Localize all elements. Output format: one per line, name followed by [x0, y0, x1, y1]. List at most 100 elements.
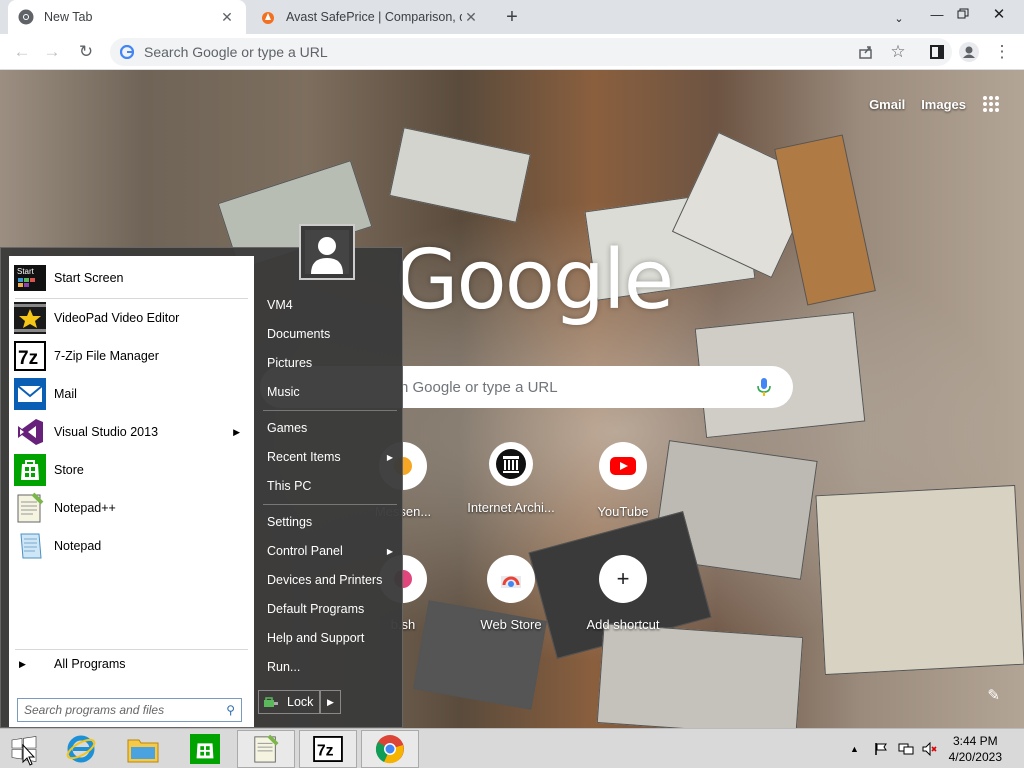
- program-notepadpp[interactable]: Notepad++: [13, 490, 250, 526]
- close-tab-icon[interactable]: ✕: [218, 8, 236, 26]
- submenu-arrow-icon: ▶: [386, 546, 393, 556]
- place-this-pc[interactable]: This PC: [267, 473, 401, 499]
- shutdown-options-arrow-icon[interactable]: ▶: [320, 690, 341, 714]
- restore-button[interactable]: [946, 0, 980, 28]
- lock-icon: [263, 696, 279, 708]
- place-recent-items[interactable]: Recent Items ▶: [267, 444, 401, 470]
- notepadpp-icon: [254, 734, 279, 763]
- user-account-picture[interactable]: [299, 224, 355, 280]
- show-hidden-icons-icon[interactable]: ▲: [850, 729, 859, 768]
- taskbar-7zip[interactable]: 7z: [299, 730, 357, 768]
- store-icon: [13, 453, 47, 487]
- images-link[interactable]: Images: [921, 97, 966, 112]
- profile-avatar-icon[interactable]: [957, 40, 981, 64]
- tab-new-tab[interactable]: New Tab ✕: [8, 0, 246, 34]
- taskbar-chrome[interactable]: [361, 730, 419, 768]
- bookmark-star-icon[interactable]: ☆: [886, 40, 910, 64]
- browser-toolbar: ← → ↻ ☆ ⋮: [0, 34, 1024, 70]
- place-settings[interactable]: Settings: [267, 509, 401, 535]
- submenu-arrow-icon: ▶: [386, 452, 393, 462]
- side-panel-icon[interactable]: [925, 40, 949, 64]
- place-run[interactable]: Run...: [267, 654, 401, 680]
- customize-pencil-icon[interactable]: ✎: [987, 686, 1000, 704]
- close-tab-icon[interactable]: ✕: [462, 8, 480, 26]
- internet-explorer-icon: [66, 735, 96, 763]
- apps-grid-icon[interactable]: [982, 95, 1000, 113]
- place-label: Help and Support: [267, 631, 365, 645]
- youtube-icon: [599, 442, 647, 490]
- start-menu-places: VM4 Documents Pictures Music Games Recen…: [255, 248, 403, 728]
- file-explorer-icon: [127, 739, 159, 763]
- place-pictures[interactable]: Pictures: [267, 350, 401, 376]
- microphone-icon[interactable]: [757, 377, 771, 397]
- tab-title: Avast SafePrice | Comparison, de: [286, 10, 462, 24]
- program-start-screen[interactable]: Start Start Screen: [13, 260, 250, 296]
- lock-button[interactable]: Lock: [258, 690, 320, 714]
- place-vm4[interactable]: VM4: [267, 292, 401, 318]
- divider: [15, 649, 248, 650]
- shortcut-add[interactable]: + Add shortcut: [567, 551, 679, 651]
- share-icon[interactable]: [854, 40, 878, 64]
- program-mail[interactable]: Mail: [13, 376, 250, 412]
- place-devices-printers[interactable]: Devices and Printers: [267, 567, 401, 593]
- visual-studio-icon: [13, 415, 47, 449]
- omnibox-input[interactable]: [144, 44, 952, 60]
- place-games[interactable]: Games: [267, 415, 401, 441]
- chrome-icon: [375, 735, 404, 764]
- shortcut-label: Web Store: [480, 617, 542, 632]
- place-default-programs[interactable]: Default Programs: [267, 596, 401, 622]
- taskbar-notepadpp[interactable]: [237, 730, 295, 768]
- tab-search-chevron-icon[interactable]: ⌄: [882, 4, 916, 32]
- taskbar-internet-explorer[interactable]: [52, 730, 110, 768]
- program-store[interactable]: Store: [13, 452, 250, 488]
- program-label: 7-Zip File Manager: [54, 349, 159, 363]
- close-window-button[interactable]: ✕: [982, 0, 1016, 28]
- seven-zip-text: 7z: [317, 743, 334, 760]
- place-label: Default Programs: [267, 602, 365, 616]
- plus-icon: +: [599, 555, 647, 603]
- place-documents[interactable]: Documents: [267, 321, 401, 347]
- start-icon-text: Start: [17, 267, 35, 276]
- program-7zip[interactable]: 7z 7-Zip File Manager: [13, 338, 250, 374]
- reload-icon[interactable]: ↻: [74, 40, 98, 64]
- start-search-input[interactable]: [24, 703, 221, 717]
- forward-arrow-icon[interactable]: →: [40, 40, 64, 64]
- screen: New Tab ✕ Avast SafePrice | Comparison, …: [0, 0, 1024, 768]
- divider: [15, 298, 248, 299]
- program-notepad[interactable]: Notepad: [13, 528, 250, 564]
- gmail-link[interactable]: Gmail: [869, 97, 905, 112]
- start-search-box[interactable]: ⚲: [17, 698, 242, 722]
- shortcut-internet-archive[interactable]: Internet Archi...: [455, 438, 567, 538]
- back-arrow-icon[interactable]: ←: [10, 40, 34, 64]
- place-label: Devices and Printers: [267, 573, 383, 587]
- program-videopad[interactable]: VideoPad Video Editor: [13, 300, 250, 336]
- new-tab-button[interactable]: +: [495, 3, 529, 31]
- place-label: Control Panel: [267, 544, 343, 558]
- shortcut-label: YouTube: [597, 504, 649, 519]
- volume-muted-icon[interactable]: [922, 729, 938, 768]
- more-menu-icon[interactable]: ⋮: [990, 40, 1014, 64]
- taskbar-store[interactable]: [176, 730, 234, 768]
- shortcut-label: Add shortcut: [586, 617, 660, 632]
- all-programs[interactable]: ▶ All Programs: [13, 652, 250, 676]
- place-control-panel[interactable]: Control Panel ▶: [267, 538, 401, 564]
- taskbar-clock[interactable]: 3:44 PM 4/20/2023: [949, 733, 1002, 765]
- google-g-icon: [119, 44, 135, 60]
- taskbar-file-explorer[interactable]: [114, 730, 172, 768]
- 7zip-icon: 7z: [313, 736, 343, 762]
- place-music[interactable]: Music: [267, 379, 401, 405]
- search-icon[interactable]: ⚲: [220, 703, 241, 717]
- program-visual-studio[interactable]: Visual Studio 2013 ▶: [13, 414, 250, 450]
- store-icon: [190, 734, 220, 764]
- omnibox[interactable]: [110, 38, 952, 66]
- place-help-support[interactable]: Help and Support: [267, 625, 401, 651]
- shortcut-youtube[interactable]: YouTube: [567, 438, 679, 538]
- shortcut-label: Internet Archi...: [467, 500, 555, 515]
- avast-icon: [260, 9, 276, 25]
- program-label: Notepad++: [54, 501, 116, 515]
- shortcut-web-store[interactable]: Web Store: [455, 551, 567, 651]
- webstore-icon: [487, 555, 535, 603]
- action-center-flag-icon[interactable]: [874, 729, 888, 768]
- tab-avast[interactable]: Avast SafePrice | Comparison, de ✕: [250, 0, 490, 34]
- network-icon[interactable]: [898, 729, 914, 768]
